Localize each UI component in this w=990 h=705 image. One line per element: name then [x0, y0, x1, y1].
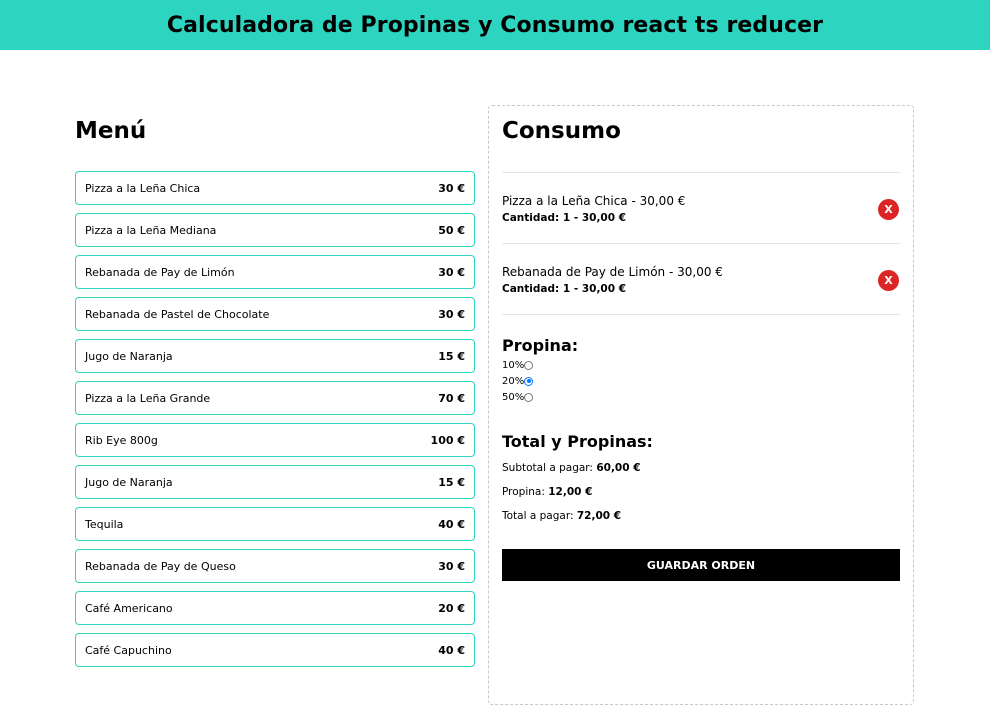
total-label: Total a pagar: — [502, 510, 574, 522]
menu-item[interactable]: Pizza a la Leña Chica 30 € — [75, 171, 475, 205]
consumo-title: Consumo — [502, 118, 621, 144]
order-item-quantity: Cantidad: 1 - 30,00 € — [502, 283, 627, 295]
menu-item[interactable]: Rib Eye 800g 100 € — [75, 423, 475, 457]
total-value: 72,00 € — [576, 510, 622, 522]
tip-option-10[interactable]: 10% — [502, 357, 578, 373]
order-item: Rebanada de Pay de Limón - 30,00 € Canti… — [502, 244, 900, 315]
menu-item[interactable]: Rebanada de Pastel de Chocolate 30 € — [75, 297, 475, 331]
app-header: Calculadora de Propinas y Consumo react … — [0, 0, 990, 50]
order-item-info: Rebanada de Pay de Limón - 30,00 € Canti… — [502, 265, 723, 295]
menu-item-price: 30 € — [438, 181, 465, 195]
menu-item-name: Pizza a la Leña Chica — [85, 181, 201, 195]
totals-title: Total y Propinas: — [502, 432, 653, 451]
menu-item-name: Rebanada de Pay de Queso — [85, 559, 236, 573]
tip-radio-50[interactable] — [524, 392, 533, 402]
menu-item-name: Rib Eye 800g — [85, 433, 158, 447]
menu-item[interactable]: Café Capuchino 40 € — [75, 633, 475, 667]
menu-item[interactable]: Pizza a la Leña Mediana 50 € — [75, 213, 475, 247]
tip-radio-10[interactable] — [524, 360, 533, 370]
menu-item-name: Rebanada de Pay de Limón — [85, 265, 235, 279]
menu-item-price: 20 € — [438, 601, 465, 615]
menu-item-price: 15 € — [438, 475, 465, 489]
menu-title: Menú — [75, 118, 147, 144]
tip-amount-value: 12,00 € — [548, 486, 593, 498]
remove-item-button[interactable]: X — [878, 269, 899, 291]
menu-item[interactable]: Pizza a la Leña Grande 70 € — [75, 381, 475, 415]
menu-item-name: Café Americano — [85, 601, 173, 615]
total-row: Total a pagar: 72,00 € — [502, 509, 653, 533]
tip-option-20[interactable]: 20% — [502, 373, 578, 389]
order-item-info: Pizza a la Leña Chica - 30,00 € Cantidad… — [502, 194, 685, 224]
order-item: Pizza a la Leña Chica - 30,00 € Cantidad… — [502, 173, 900, 244]
menu-item-name: Pizza a la Leña Grande — [85, 391, 211, 405]
menu-item-price: 70 € — [438, 391, 465, 405]
menu-item-price: 15 € — [438, 349, 465, 363]
order-item-quantity: Cantidad: 1 - 30,00 € — [502, 212, 627, 224]
subtotal-label: Subtotal a pagar: — [502, 462, 593, 474]
tip-row: Propina: 12,00 € — [502, 485, 653, 509]
subtotal-value: 60,00 € — [596, 462, 641, 474]
menu-item-name: Jugo de Naranja — [85, 475, 173, 489]
menu-item[interactable]: Rebanada de Pay de Limón 30 € — [75, 255, 475, 289]
menu-list: Pizza a la Leña Chica 30 € Pizza a la Leñ… — [75, 171, 475, 675]
menu-item-price: 100 € — [430, 433, 465, 447]
order-item-name: Rebanada de Pay de Limón - 30,00 € — [502, 265, 723, 279]
menu-item-name: Café Capuchino — [85, 643, 172, 657]
tip-title: Propina: — [502, 336, 579, 355]
menu-item-price: 40 € — [438, 517, 465, 531]
tip-option-label: 50% — [502, 391, 525, 403]
menu-item-price: 30 € — [438, 307, 465, 321]
tip-radio-20[interactable] — [524, 376, 533, 386]
tip-option-label: 20% — [502, 375, 525, 387]
tip-amount-label: Propina: — [502, 486, 545, 498]
tip-option-50[interactable]: 50% — [502, 389, 578, 405]
menu-item-price: 40 € — [438, 643, 465, 657]
tip-section: Propina: 10% 20% 50% — [502, 336, 578, 405]
order-item-name: Pizza a la Leña Chica - 30,00 € — [502, 194, 686, 208]
menu-item-name: Pizza a la Leña Mediana — [85, 223, 217, 237]
menu-item-name: Jugo de Naranja — [85, 349, 173, 363]
menu-item-name: Tequila — [85, 517, 124, 531]
menu-item[interactable]: Jugo de Naranja 15 € — [75, 465, 475, 499]
remove-item-button[interactable]: X — [878, 198, 899, 220]
totals-section: Total y Propinas: Subtotal a pagar: 60,0… — [502, 432, 653, 533]
menu-item[interactable]: Café Americano 20 € — [75, 591, 475, 625]
menu-item-price: 30 € — [438, 559, 465, 573]
order-list: Pizza a la Leña Chica - 30,00 € Cantidad… — [502, 172, 900, 315]
menu-item-price: 50 € — [438, 223, 465, 237]
menu-item-price: 30 € — [438, 265, 465, 279]
app-title: Calculadora de Propinas y Consumo react … — [166, 12, 824, 38]
menu-item-name: Rebanada de Pastel de Chocolate — [85, 307, 270, 321]
save-order-button[interactable]: GUARDAR ORDEN — [502, 549, 900, 581]
tip-option-label: 10% — [502, 359, 525, 371]
menu-item[interactable]: Jugo de Naranja 15 € — [75, 339, 475, 373]
menu-item[interactable]: Tequila 40 € — [75, 507, 475, 541]
subtotal-row: Subtotal a pagar: 60,00 € — [502, 461, 653, 485]
menu-item[interactable]: Rebanada de Pay de Queso 30 € — [75, 549, 475, 583]
